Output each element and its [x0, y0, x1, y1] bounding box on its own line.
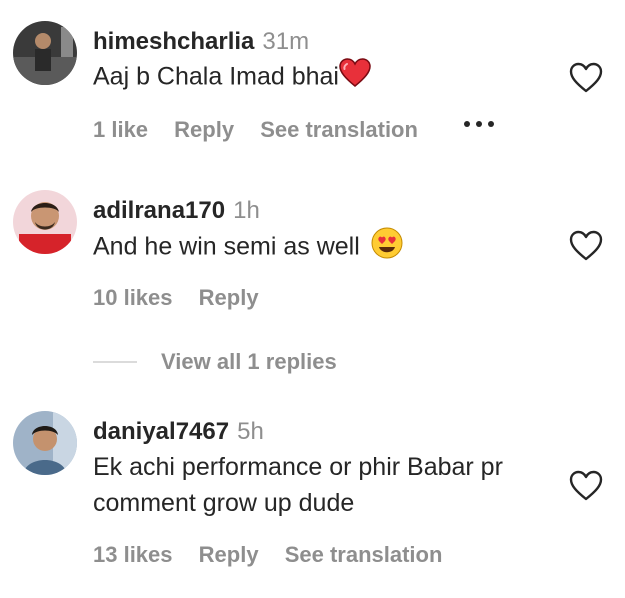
heart-outline-icon[interactable] — [569, 230, 603, 262]
reply-button[interactable]: Reply — [174, 117, 234, 142]
see-translation-link[interactable]: See translation — [260, 117, 418, 142]
heart-outline-icon[interactable] — [569, 470, 603, 502]
comment-text: Aaj b Chala Imad bhai — [93, 58, 371, 98]
comment-username[interactable]: daniyal7467 5h — [93, 418, 264, 446]
comment-text-line-2: comment grow up dude — [93, 489, 355, 517]
see-translation-link[interactable]: See translation — [285, 542, 443, 567]
avatar-adilrana170[interactable] — [13, 190, 77, 254]
view-replies-link[interactable]: View all 1 replies — [161, 349, 337, 375]
comment-text: Ek achi performance or phir Babar pr com… — [93, 449, 503, 521]
likes-count[interactable]: 10 likes — [93, 285, 173, 310]
comment-text-line-1: Ek achi performance or phir Babar pr — [93, 453, 503, 481]
reply-button[interactable]: Reply — [199, 285, 259, 310]
reply-button[interactable]: Reply — [199, 542, 259, 567]
comment-time: 1h — [233, 197, 260, 224]
comment-actions: 10 likes Reply — [93, 285, 279, 311]
avatar-image — [13, 190, 77, 254]
likes-count[interactable]: 1 like — [93, 117, 148, 142]
likes-count[interactable]: 13 likes — [93, 542, 173, 567]
heart-outline-icon[interactable] — [569, 62, 603, 94]
comment-actions: 13 likes Reply See translation — [93, 542, 462, 568]
comment-text: And he win semi as well — [93, 227, 403, 269]
more-options-icon[interactable] — [462, 117, 496, 131]
avatar-image — [13, 411, 77, 475]
heart-emoji — [339, 58, 371, 98]
heart-eyes-emoji — [371, 227, 403, 269]
avatar-image — [13, 21, 77, 85]
avatar-daniyal7467[interactable] — [13, 411, 77, 475]
comment-actions: 1 like Reply See translation — [93, 117, 438, 143]
comment-username[interactable]: himeshcharlia 31m — [93, 28, 309, 56]
comment-username[interactable]: adilrana170 1h — [93, 197, 260, 225]
avatar-himeshcharlia[interactable] — [13, 21, 77, 85]
comment-time: 31m — [262, 28, 310, 55]
replies-divider — [93, 361, 137, 363]
comment-time: 5h — [237, 418, 264, 445]
